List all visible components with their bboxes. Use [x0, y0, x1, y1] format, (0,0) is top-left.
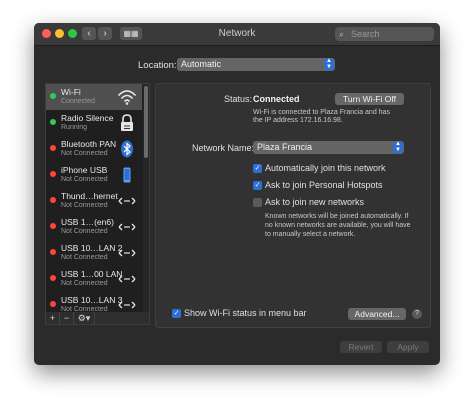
service-name: Bluetooth PAN: [61, 139, 117, 149]
advanced-button[interactable]: Advanced...: [348, 308, 406, 320]
search-icon: ⌕: [339, 29, 345, 39]
service-item[interactable]: Radio Silence Running: [46, 110, 142, 136]
iphone-icon: [117, 166, 137, 184]
service-name: Radio Silence: [61, 113, 114, 123]
ask-new-networks-checkbox[interactable]: [253, 198, 262, 207]
ethernet-icon: [117, 270, 137, 288]
service-name: USB 10…LAN 3: [61, 295, 123, 305]
service-name: USB 1…00 LAN: [61, 269, 123, 279]
auto-join-label[interactable]: Automatically join this network: [265, 163, 386, 173]
service-status: Connected: [61, 98, 95, 105]
status-dot: [50, 301, 56, 307]
wifi-detail-panel: Status: Connected Turn Wi-Fi Off Wi-Fi i…: [155, 83, 431, 328]
apply-button[interactable]: Apply: [387, 341, 429, 353]
service-item[interactable]: Thund…hernet Not Connected: [46, 188, 142, 214]
status-label: Status:: [224, 94, 253, 104]
network-name-value: Plaza Francia: [257, 142, 313, 152]
service-status: Not Connected: [61, 176, 108, 183]
auto-join-checkbox[interactable]: ✓: [253, 164, 262, 173]
add-service-button[interactable]: +: [46, 312, 60, 324]
service-item[interactable]: USB 1…00 LAN Not Connected: [46, 266, 142, 292]
new-networks-note-line-3: to manually select a network.: [265, 231, 356, 238]
turn-wifi-off-button[interactable]: Turn Wi-Fi Off: [335, 93, 404, 105]
search-field[interactable]: ⌕: [335, 27, 434, 41]
wifi-icon: [117, 88, 137, 106]
popup-arrows-icon: ▲ ▼: [324, 58, 334, 70]
show-wifi-status-checkbox[interactable]: ✓: [172, 309, 181, 318]
title-bar: ‹ › ▦▦ Network ⌕: [34, 23, 440, 46]
new-networks-note-line-1: Known networks will be joined automatica…: [265, 213, 409, 220]
status-dot: [50, 249, 56, 255]
service-actions-gear-button[interactable]: ⚙▾: [74, 312, 95, 324]
ask-new-networks-label[interactable]: Ask to join new networks: [265, 197, 364, 207]
service-item[interactable]: iPhone USB Not Connected: [46, 162, 142, 188]
service-item[interactable]: Wi-Fi Connected: [46, 84, 142, 110]
service-list-scrollbar[interactable]: [143, 84, 149, 313]
network-name-label: Network Name:: [192, 143, 255, 153]
new-networks-note-line-2: no known networks are available, you wil…: [265, 222, 411, 229]
status-dot: [50, 275, 56, 281]
status-dot: [50, 171, 56, 177]
service-status: Not Connected: [61, 150, 108, 157]
service-list-toolbar: + − ⚙▾: [45, 312, 150, 325]
status-dot: [50, 119, 56, 125]
revert-button[interactable]: Revert: [340, 341, 382, 353]
service-name: iPhone USB: [61, 165, 108, 175]
service-status: Not Connected: [61, 202, 108, 209]
location-popup[interactable]: Automatic ▲ ▼: [177, 58, 335, 71]
status-dot: [50, 223, 56, 229]
location-label: Location:: [138, 60, 177, 71]
lock-icon: [117, 114, 137, 132]
remove-service-button[interactable]: −: [60, 312, 74, 324]
popup-arrows-icon: ▲ ▼: [393, 141, 403, 153]
service-list: Wi-Fi Connected Radio Silence Running Blueto…: [45, 83, 150, 314]
personal-hotspots-label[interactable]: Ask to join Personal Hotspots: [265, 180, 383, 190]
scrollbar-thumb[interactable]: [144, 86, 148, 158]
service-item[interactable]: USB 10…LAN 2 Not Connected: [46, 240, 142, 266]
network-preferences-window: ‹ › ▦▦ Network ⌕ Location: Automatic ▲▼ …: [34, 23, 440, 365]
status-dot: [50, 197, 56, 203]
service-status: Not Connected: [61, 280, 108, 287]
service-item[interactable]: USB 1…(en6) Not Connected: [46, 214, 142, 240]
show-wifi-status-label[interactable]: Show Wi-Fi status in menu bar: [184, 308, 307, 318]
service-status: Not Connected: [61, 228, 108, 235]
service-item[interactable]: Bluetooth PAN Not Connected: [46, 136, 142, 162]
service-status: Running: [61, 124, 88, 131]
status-dot: [50, 93, 56, 99]
status-description-line-2: the IP address 172.16.16.98.: [253, 117, 343, 124]
network-name-popup[interactable]: Plaza Francia ▲ ▼: [253, 141, 404, 154]
location-value: Automatic: [181, 59, 222, 69]
ethernet-icon: [117, 218, 137, 236]
service-status: Not Connected: [61, 254, 108, 261]
personal-hotspots-checkbox[interactable]: ✓: [253, 181, 262, 190]
search-input[interactable]: [351, 28, 429, 40]
ethernet-icon: [117, 244, 137, 262]
service-name: Wi-Fi: [61, 87, 81, 97]
bluetooth-icon: [117, 140, 137, 158]
service-name: USB 10…LAN 2: [61, 243, 123, 253]
service-name: Thund…hernet: [61, 191, 118, 201]
service-name: USB 1…(en6): [61, 217, 114, 227]
ethernet-icon: [117, 192, 137, 210]
service-item[interactable]: USB 10…LAN 3 Not Connected: [46, 292, 142, 313]
status-value: Connected: [253, 94, 300, 104]
status-dot: [50, 145, 56, 151]
help-button[interactable]: ?: [412, 309, 422, 319]
